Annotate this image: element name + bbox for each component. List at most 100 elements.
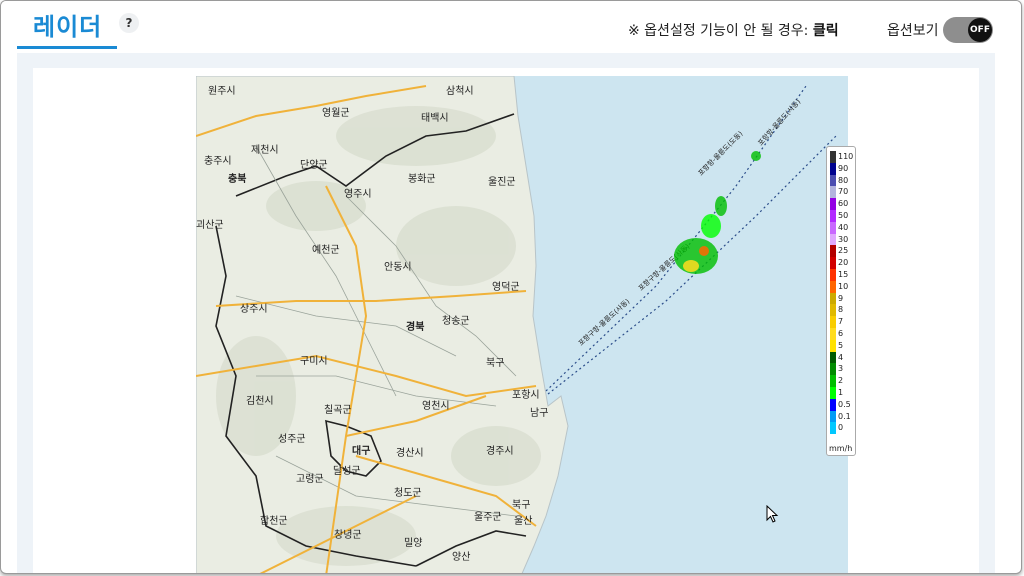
app-window: 레이더 ? ※ 옵션설정 기능이 안 될 경우: 클릭 옵션보기 OFF 포항구… (0, 0, 1022, 574)
place-label: 창녕군 (334, 529, 362, 541)
legend-row: 5 (827, 339, 857, 352)
legend-row: 50 (827, 210, 857, 222)
legend-value: 60 (838, 199, 849, 209)
legend-row: 30 (827, 233, 857, 246)
place-label: 구미시 (300, 355, 328, 367)
place-label: 포항시 (512, 389, 540, 401)
place-label: 경북 (406, 320, 424, 333)
place-label: 양산 (452, 551, 470, 563)
legend-value: 8 (838, 305, 844, 315)
place-label: 영덕군 (492, 281, 520, 293)
legend-swatch (830, 269, 836, 281)
place-label: 제천시 (251, 144, 279, 156)
legend-value: 7 (838, 317, 844, 327)
place-label: 예천군 (312, 244, 340, 256)
legend-swatch (830, 422, 836, 435)
help-icon[interactable]: ? (119, 13, 139, 33)
legend-row: 25 (827, 245, 857, 258)
place-label: 남구 (530, 407, 548, 419)
notice-click-link[interactable]: 클릭 (813, 23, 839, 39)
top-bar: 레이더 ? ※ 옵션설정 기능이 안 될 경우: 클릭 옵션보기 OFF (1, 1, 1021, 53)
legend-swatch (830, 292, 836, 305)
legend-swatch (830, 375, 836, 388)
legend-swatch (830, 363, 836, 376)
place-label: 봉화군 (408, 173, 436, 185)
legend-value: 2 (838, 376, 844, 386)
rain-intensity-legend: 110 90 80 70 60 50 40 30 25 20 15 10 9 8 7 6 5 4 3 2 1 0.5 0.1… (826, 146, 856, 456)
option-notice-text: ※ 옵션설정 기능이 안 될 경우: (628, 23, 809, 39)
legend-value: 90 (838, 163, 849, 173)
radar-map[interactable]: 포항구항-울릉도(사동) 포항구항-울릉도(사동) 포항항-울릉도(도동) 포항… (196, 76, 848, 573)
legend-value: 10 (838, 281, 849, 291)
legend-swatch (830, 198, 836, 211)
legend-row: 9 (827, 292, 857, 305)
legend-value: 0 (838, 423, 844, 433)
legend-row: 0.5 (827, 398, 857, 411)
legend-row: 8 (827, 304, 857, 317)
place-label: 안동시 (384, 261, 412, 273)
place-label: 칠곡군 (324, 404, 352, 416)
legend-swatch (830, 410, 836, 423)
legend-swatch (830, 210, 836, 222)
legend-swatch (830, 316, 836, 329)
place-label: 태백시 (421, 112, 449, 124)
place-label: 영월군 (322, 107, 350, 119)
legend-row: 80 (827, 174, 857, 187)
legend-swatch (830, 162, 836, 175)
option-view-label: 옵션보기 (887, 23, 939, 39)
legend-row: 3 (827, 363, 857, 376)
place-label: 청도군 (394, 487, 422, 499)
legend-value: 0.1 (838, 411, 851, 421)
place-label: 경주시 (486, 444, 514, 457)
legend-value: 30 (838, 234, 849, 244)
legend-row: 4 (827, 351, 857, 364)
legend-value: 15 (838, 270, 849, 279)
legend-row: 90 (827, 162, 857, 175)
place-label: 달성군 (333, 465, 361, 477)
legend-value: 3 (838, 364, 844, 374)
legend-row: 0.1 (827, 410, 857, 423)
legend-value: 5 (838, 340, 844, 350)
legend-swatch (830, 351, 836, 364)
tab-radar[interactable]: 레이더 (17, 3, 117, 49)
toggle-knob: OFF (968, 18, 992, 42)
place-label: 경산시 (396, 446, 424, 459)
legend-swatch (830, 174, 836, 187)
place-label: 충북 (228, 172, 246, 185)
legend-unit: mm/h (829, 444, 853, 453)
place-label: 대구 (352, 444, 370, 457)
place-label: 울진군 (488, 176, 516, 188)
legend-row: 60 (827, 198, 857, 211)
legend-row: 6 (827, 328, 857, 340)
place-label: 고령군 (296, 473, 324, 485)
content-panel: 포항구항-울릉도(사동) 포항구항-울릉도(사동) 포항항-울릉도(도동) 포항… (17, 53, 995, 573)
legend-swatch (830, 151, 836, 163)
option-notice: ※ 옵션설정 기능이 안 될 경우: 클릭 (628, 20, 839, 40)
legend-value: 40 (838, 222, 849, 232)
place-label: 김천시 (246, 395, 274, 407)
legend-value: 110 (838, 152, 854, 161)
legend-swatch (830, 257, 836, 270)
place-label: 울주군 (474, 511, 502, 523)
legend-row: 70 (827, 186, 857, 199)
legend-swatch (830, 245, 836, 258)
place-label: 청송군 (442, 315, 470, 327)
legend-row: 2 (827, 375, 857, 388)
legend-swatch (830, 280, 836, 293)
option-view-toggle[interactable]: OFF (943, 17, 993, 43)
place-label: 삼척시 (446, 85, 474, 97)
place-label: 북구 (486, 357, 504, 369)
legend-swatch (830, 398, 836, 411)
place-label: 합천군 (260, 515, 288, 527)
legend-row: 110 (827, 151, 857, 163)
place-label: 영주시 (344, 188, 372, 200)
place-label: 울산 (514, 515, 532, 527)
place-label: 북구 (512, 499, 530, 511)
legend-swatch (830, 387, 836, 399)
legend-value: 0.5 (838, 399, 851, 409)
legend-value: 9 (838, 293, 844, 303)
place-label: 성주군 (278, 433, 306, 445)
legend-swatch (830, 304, 836, 317)
legend-value: 80 (838, 175, 849, 185)
place-label: 영천시 (422, 400, 450, 412)
